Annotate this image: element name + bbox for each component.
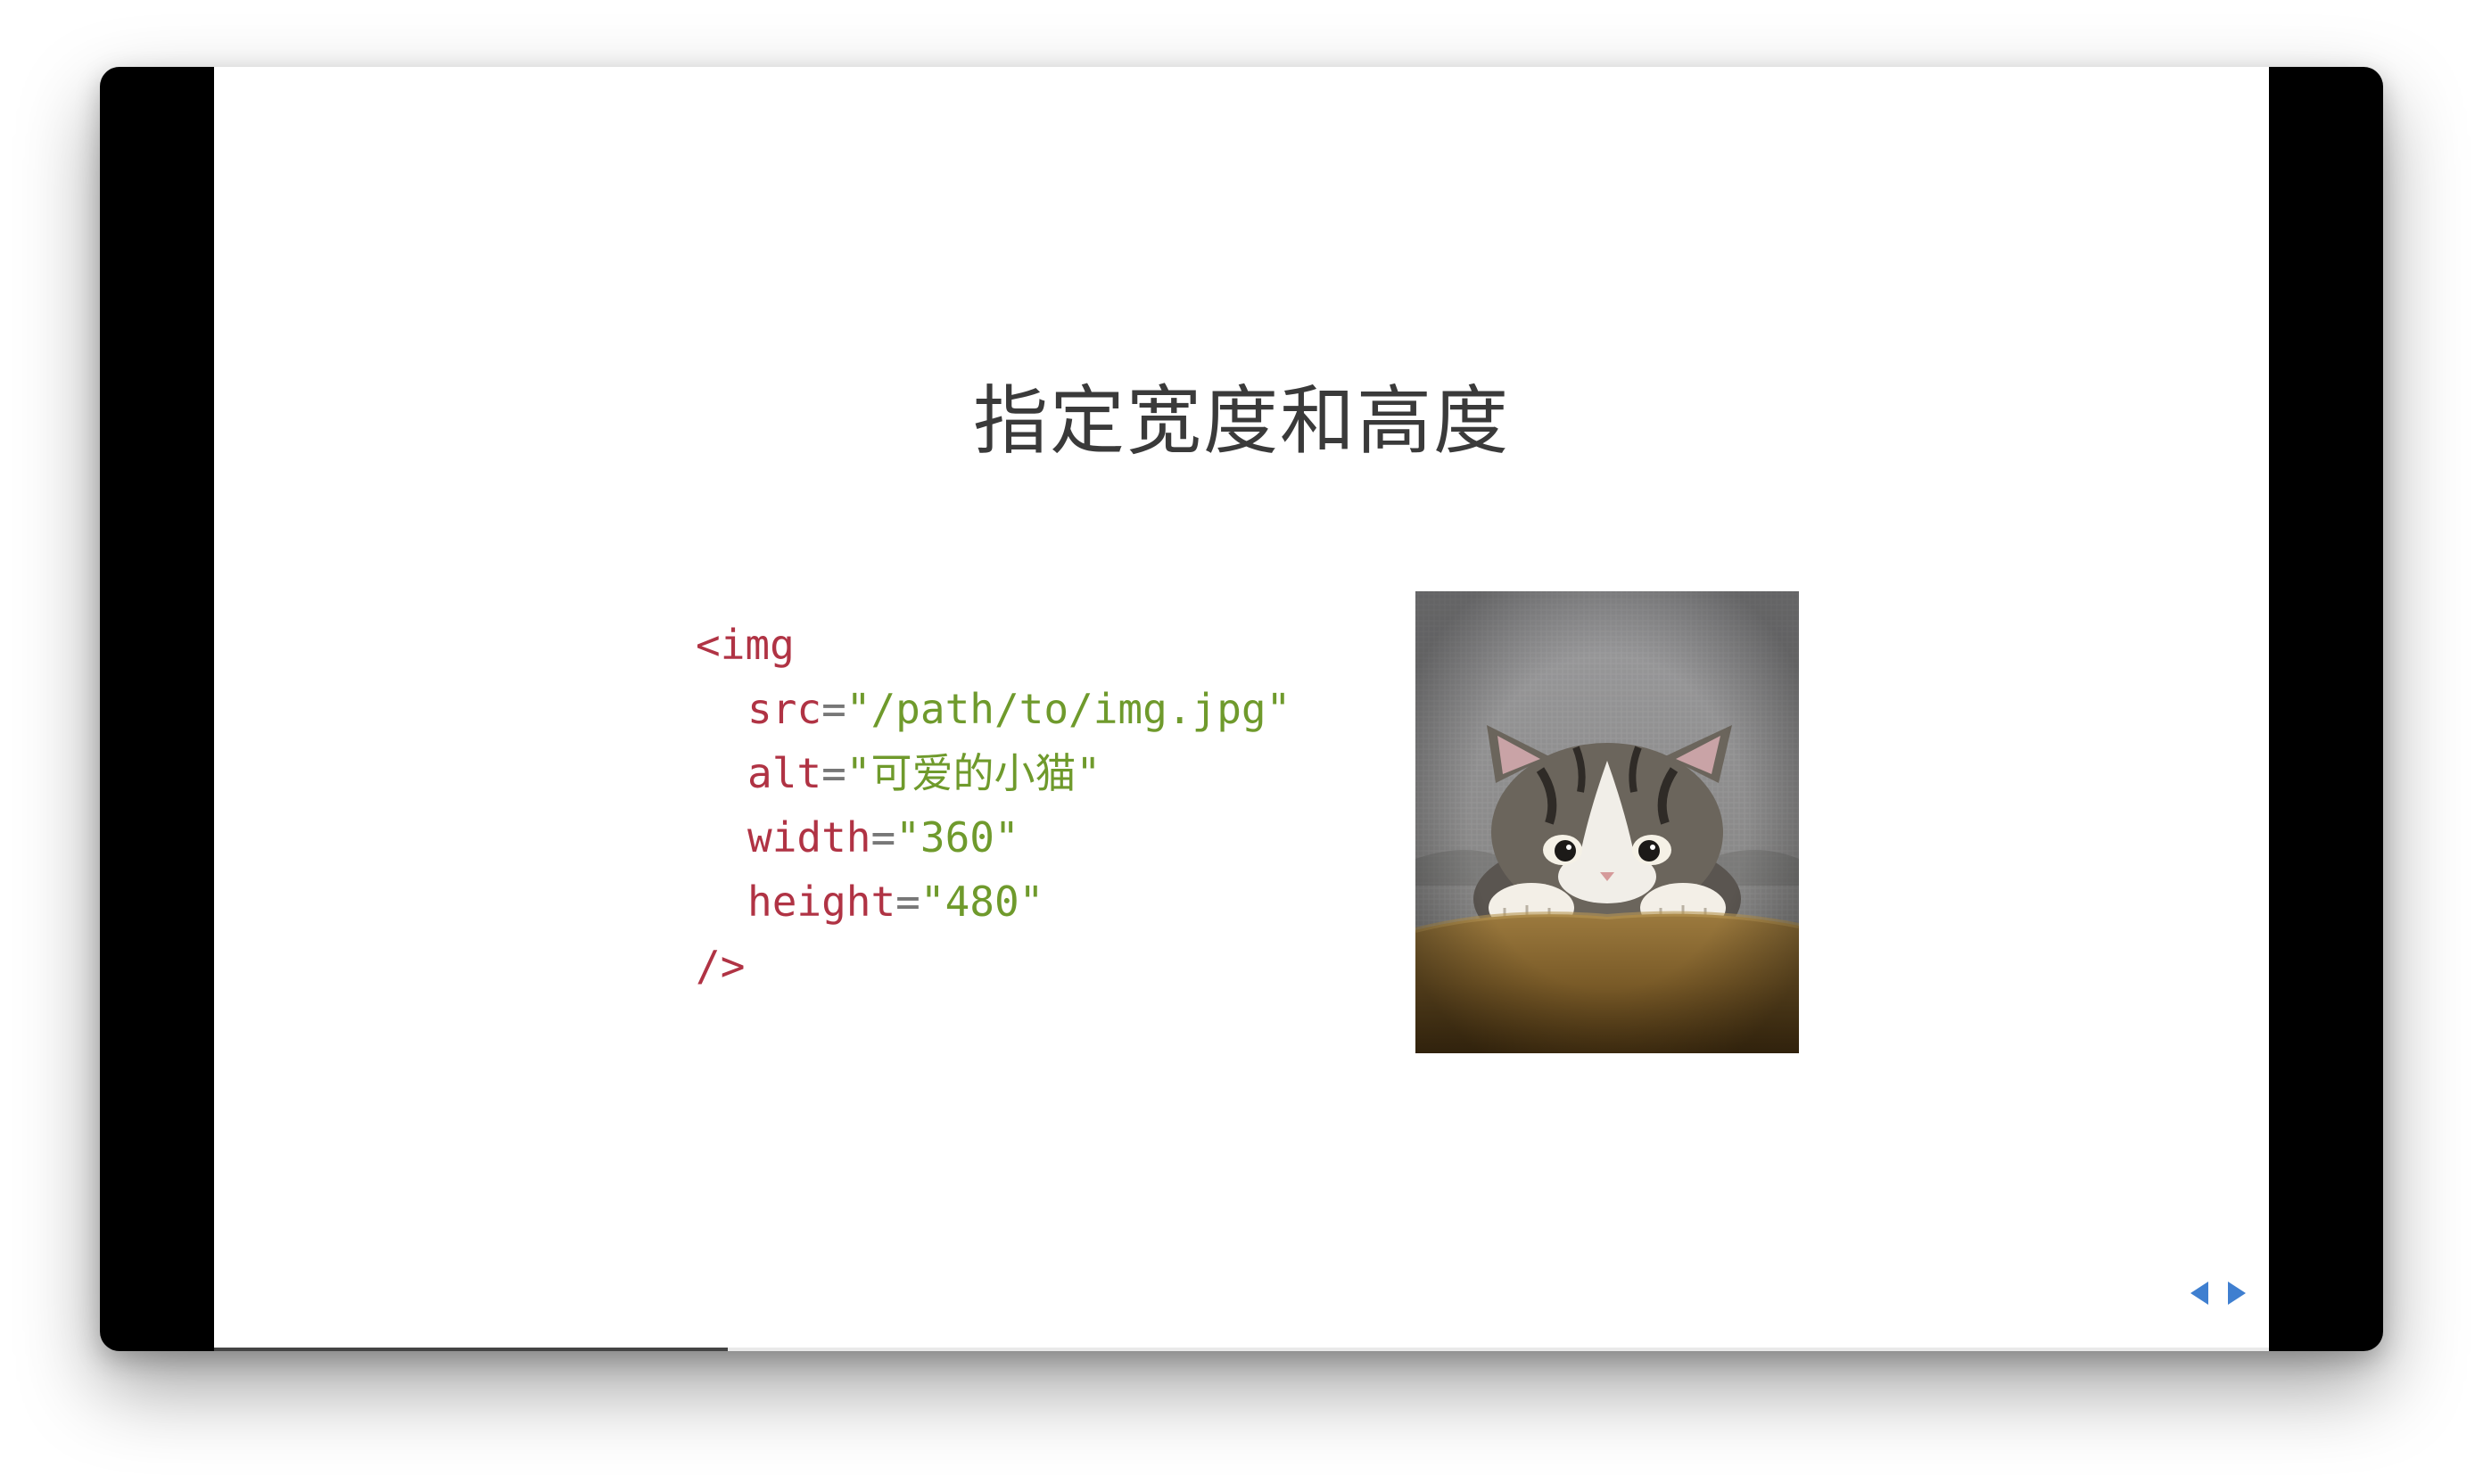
code-line-src: src="/path/to/img.jpg" [696,677,1291,741]
progress-bar [214,1348,2269,1351]
triangle-left-icon[interactable] [2190,1282,2208,1305]
code-attr-value: "可爱的小猫" [846,749,1101,797]
screenshot-stage: 指定宽度和高度 <img src="/path/to/img.jpg" alt="可… [0,0,2483,1484]
code-line-width: width="360" [696,805,1291,870]
code-block: <img src="/path/to/img.jpg" alt="可爱的小猫" wid… [696,613,1291,998]
code-attr-eq: = [821,749,846,797]
kitten-illustration [1415,591,1799,1053]
code-attr-name: width [747,813,871,862]
kitten-image [1415,591,1799,1053]
code-attr-name: alt [747,749,822,797]
code-line-close: /> [696,934,1291,998]
code-attr-name: height [747,878,896,926]
code-line-alt: alt="可爱的小猫" [696,741,1291,805]
code-attr-value: "/path/to/img.jpg" [846,685,1291,733]
slide: 指定宽度和高度 <img src="/path/to/img.jpg" alt="可… [214,67,2269,1351]
code-line-height: height="480" [696,870,1291,934]
code-attr-eq: = [895,878,920,926]
slide-title: 指定宽度和高度 [972,377,1510,465]
code-open-tag: <img [696,621,795,669]
presentation-window: 指定宽度和高度 <img src="/path/to/img.jpg" alt="可… [100,67,2383,1351]
triangle-right-icon[interactable] [2228,1282,2246,1305]
code-attr-name: src [747,685,822,733]
code-close-tag: /> [696,942,746,990]
code-attr-eq: = [870,813,896,862]
code-attr-value: "360" [895,813,1019,862]
code-line-open: <img [696,613,1291,677]
progress-fill [214,1348,728,1351]
code-attr-eq: = [821,685,846,733]
slide-navigation [2190,1282,2246,1305]
code-attr-value: "480" [920,878,1044,926]
